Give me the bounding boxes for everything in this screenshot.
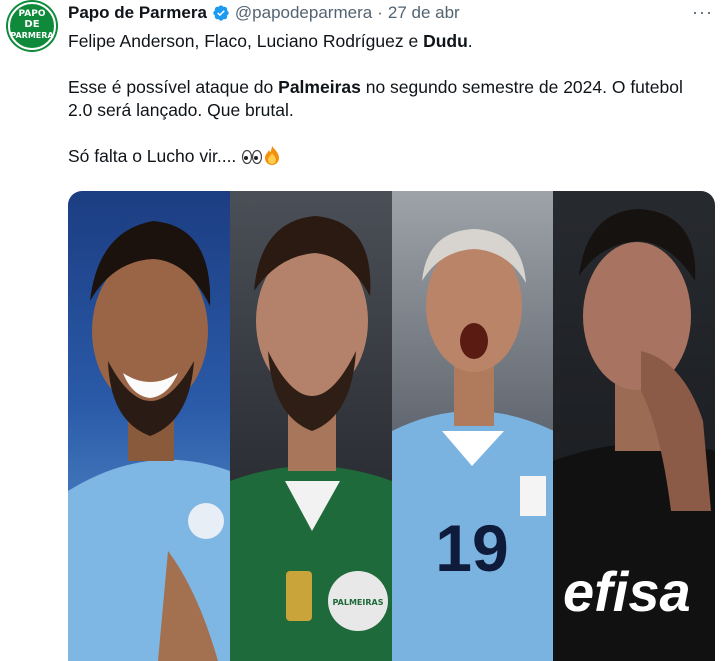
line1-bold: Dudu	[423, 31, 468, 51]
author-name[interactable]: Papo de Parmera	[68, 3, 207, 23]
line1-end: .	[467, 31, 473, 51]
avatar[interactable]: PAPO DE PARMERA	[6, 0, 58, 52]
fire-emoji-icon	[265, 146, 280, 165]
player-panel-2: PALMEIRAS	[229, 191, 392, 661]
player-4-illustration: efisa	[553, 209, 715, 661]
separator-dot: ·	[377, 3, 383, 22]
player-1-illustration	[68, 221, 230, 661]
author-handle[interactable]: @papodeparmera	[235, 3, 372, 23]
line1-text: Felipe Anderson, Flaco, Luciano Rodrígue…	[68, 31, 424, 51]
tweet-line-1: Felipe Anderson, Flaco, Luciano Rodrígue…	[68, 30, 708, 53]
player-2-illustration: PALMEIRAS	[229, 216, 392, 661]
tweet-header: Papo de Parmera @papodeparmera · 27 de a…	[68, 2, 460, 24]
tweet-media-image[interactable]: PALMEIRAS 19 efisa	[68, 191, 715, 661]
player-3-illustration: 19	[391, 229, 554, 661]
more-options-icon[interactable]: ···	[692, 2, 713, 23]
tweet-line-3: Só falta o Lucho vir....	[68, 145, 708, 168]
player-panel-1	[68, 191, 230, 661]
avatar-text-2: DE	[24, 19, 40, 30]
verified-badge-icon[interactable]	[212, 4, 230, 22]
line2-bold[interactable]: Palmeiras	[278, 77, 361, 97]
player-panel-4: efisa	[553, 191, 715, 661]
line3-text: Só falta o Lucho vir....	[68, 146, 242, 166]
eyes-emoji-icon	[242, 149, 263, 165]
shirt-palmeiras-text: PALMEIRAS	[332, 598, 383, 607]
tweet-date[interactable]: 27 de abr	[388, 3, 460, 23]
avatar-text-3: PARMERA	[10, 31, 54, 40]
avatar-text-1: PAPO	[18, 9, 46, 19]
player-panel-3: 19	[391, 191, 554, 661]
tweet-text: Felipe Anderson, Flaco, Luciano Rodrígue…	[68, 30, 708, 168]
shirt-number-text: 19	[435, 511, 508, 585]
line2-pre: Esse é possível ataque do	[68, 77, 279, 97]
shirt-sponsor-text: efisa	[563, 560, 691, 623]
tweet-line-2: Esse é possível ataque do Palmeiras no s…	[68, 76, 708, 122]
